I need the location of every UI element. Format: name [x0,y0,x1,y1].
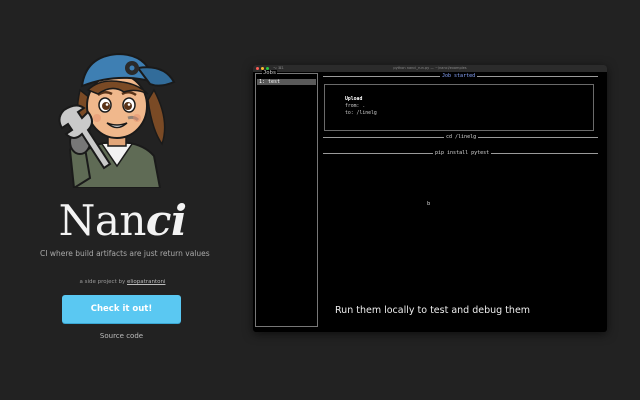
side-project-prefix: a side project by [79,279,126,285]
terminal-caption: Run them locally to test and debug them [335,305,531,316]
upload-box: Upload from: . to: /linelg [324,84,594,131]
job-list-item[interactable]: 1: test [257,79,316,85]
brand-name-suffix: ci [145,196,187,245]
upload-from: from: . [345,104,366,109]
window-titlebar: ⌥ ⌘1 python nanci_run.py — ~/nanci/examp… [253,65,607,72]
cd-step-label: cd /linelg [444,134,479,141]
landing-page: Nanci CI where build artifacts are just … [0,0,640,400]
job-started-label: Job started [440,73,478,80]
window-title: python nanci_run.py — ~/nanci/examples [393,66,467,70]
tagline: CI where build artifacts are just return… [40,249,210,258]
brand-name-prefix: Nan [58,196,147,245]
upload-to: to: /linelg [345,111,377,116]
upload-title: Upload [345,97,363,102]
jobs-panel-title: Jobs [262,70,278,77]
mascot-illustration [58,52,176,188]
author-link[interactable]: eliopatrantoni [127,279,165,285]
terminal-cursor-text: b [427,201,431,207]
side-project-credit: a side project by eliopatrantoni [40,277,205,287]
source-code-link[interactable]: Source code [62,330,181,342]
brand-title: Nanci [40,196,205,246]
pip-step-label: pip install pytest [433,150,492,157]
jobs-panel: Jobs 1: test [255,70,318,327]
check-it-out-button[interactable]: Check it out! [62,295,181,323]
